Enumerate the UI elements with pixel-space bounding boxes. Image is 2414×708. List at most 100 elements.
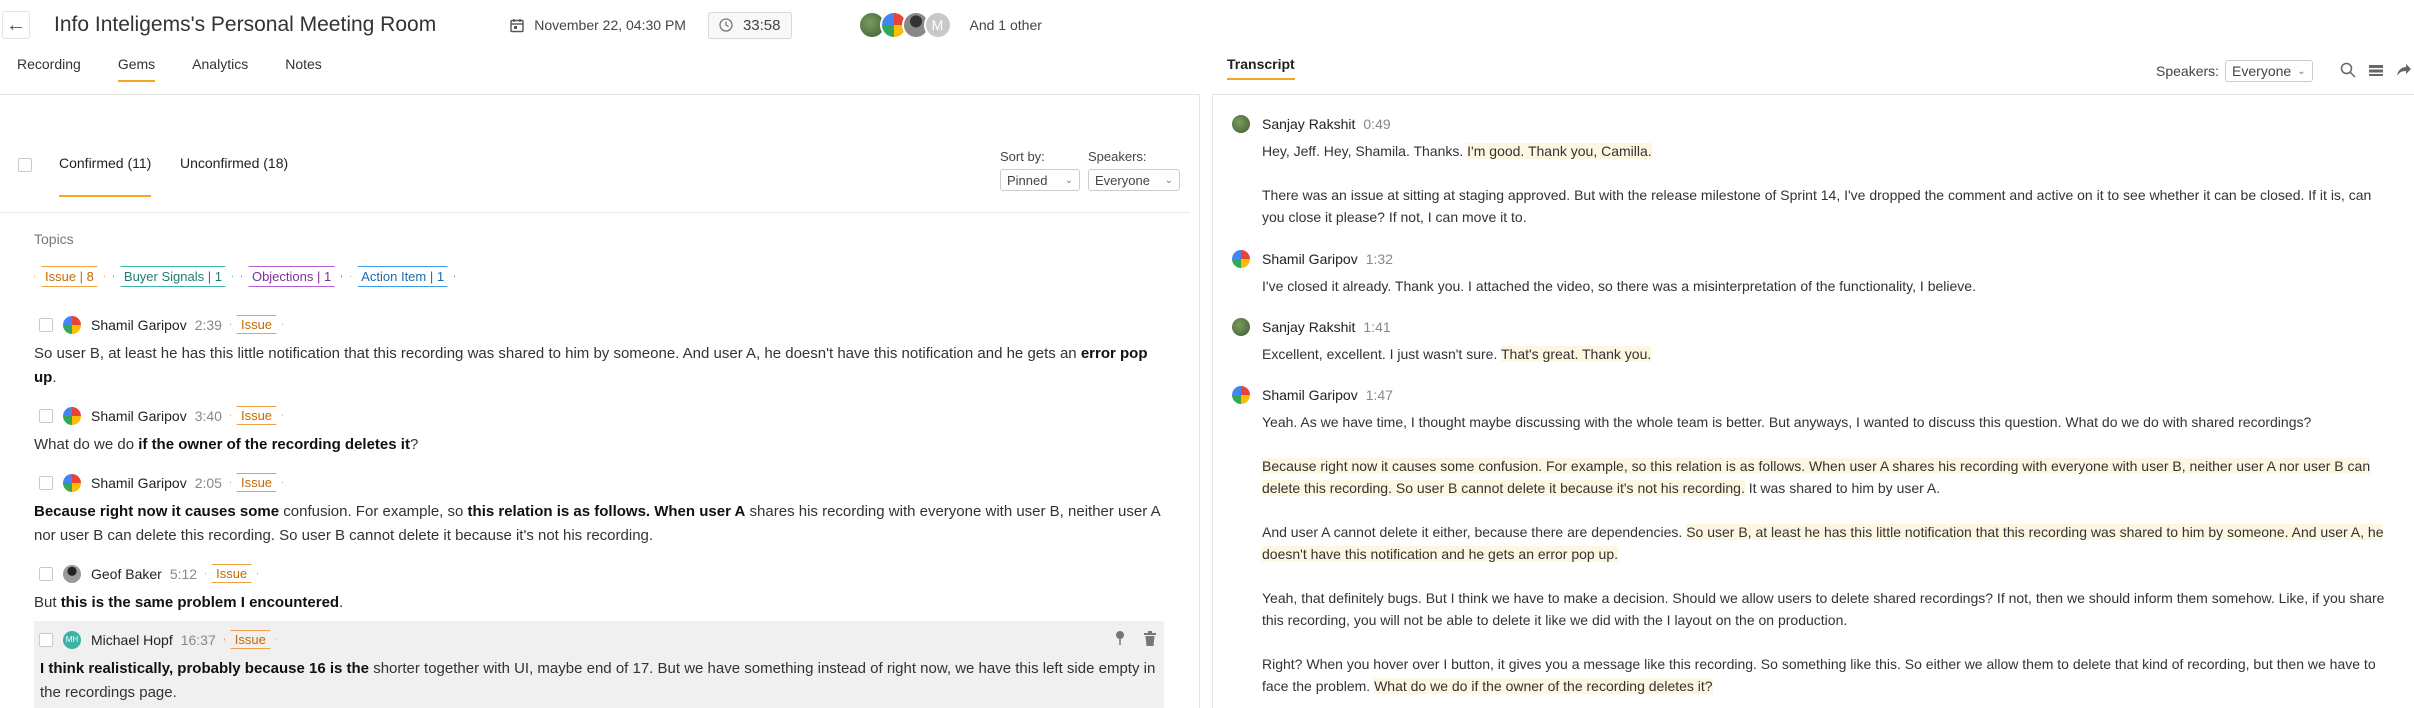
speaker-name: Shamil Garipov [1262,387,1358,403]
clock-icon [719,18,733,32]
gem-speakers-select[interactable]: Everyone ⌄ [1088,169,1180,191]
timestamp[interactable]: 1:41 [1363,319,1390,335]
avatar [63,315,81,334]
timestamp[interactable]: 2:05 [195,475,222,491]
transcript-text-part: And user A cannot delete it either, beca… [1262,524,1687,540]
gem-item[interactable]: Geof Baker 5:12 Issue But this is the sa… [34,564,1164,615]
gem-header: Shamil Garipov 3:40 Issue [34,406,1164,425]
tab-analytics[interactable]: Analytics [192,52,248,82]
search-icon[interactable] [2340,62,2356,78]
gem-item[interactable]: Shamil Garipov 2:39 Issue So user B, at … [34,315,1164,390]
gem-text: So user B, at least he has this little n… [34,342,1164,390]
main-tabs: Recording Gems Analytics Notes [0,52,342,82]
speaker-name: Geof Baker [91,565,162,582]
timestamp[interactable]: 5:12 [170,566,197,582]
transcript-highlight[interactable]: What do we do if the owner of the record… [1374,678,1713,694]
transcript-header: Shamil Garipov 1:32 [1232,250,2392,268]
timestamp[interactable]: 0:49 [1363,116,1390,132]
gem-checkbox[interactable] [39,566,53,581]
tab-unconfirmed[interactable]: Unconfirmed (18) [180,155,288,171]
gem-text-part: . [52,369,57,386]
gem-checkbox[interactable] [39,408,53,423]
delete-icon[interactable] [1144,630,1156,649]
topic-tag-objections[interactable]: Objections | 1 [241,266,342,287]
speakers-select[interactable]: Everyone ⌄ [2225,60,2313,82]
timestamp[interactable]: 1:47 [1366,387,1393,403]
avatar: M [923,11,952,39]
avatar [1232,115,1250,133]
gem-text-bold: I think realistically, probably because … [40,660,370,677]
topic-tag-issue[interactable]: Issue | 8 [34,266,105,287]
transcript-entry: Shamil Garipov 1:32 I've closed it alrea… [1232,250,2392,297]
sort-select[interactable]: Pinned ⌄ [1000,169,1080,191]
topic-tags: Issue | 8 Buyer Signals | 1 Objections |… [34,266,455,287]
gem-filter-bar: Confirmed (11) Unconfirmed (18) Sort by:… [0,95,1190,213]
other-participants[interactable]: And 1 other [970,17,1042,33]
gems-panel: Confirmed (11) Unconfirmed (18) Sort by:… [0,94,1200,708]
select-all-checkbox[interactable] [18,158,32,172]
avatar [1232,250,1250,268]
transcript-highlight[interactable]: I'm good. Thank you, Camilla. [1467,143,1652,159]
gem-text: I think realistically, probably because … [34,657,1164,705]
topic-tag-action-item[interactable]: Action Item | 1 [350,266,455,287]
speaker-name: Sanjay Rakshit [1262,116,1356,132]
gem-checkbox[interactable] [39,475,53,490]
transcript-tools [2340,62,2412,78]
gem-item[interactable]: MH Michael Hopf 16:37 Issue I think real… [34,621,1164,708]
tab-notes[interactable]: Notes [285,52,322,82]
speaker-name: Shamil Garipov [91,316,187,333]
tab-confirmed[interactable]: Confirmed (11) [59,155,152,197]
transcript-text: Yeah, that definitely bugs. But I think … [1262,590,2385,628]
tab-gems[interactable]: Gems [117,52,156,82]
transcript-speaker-filter: Speakers: Everyone ⌄ [2156,60,2313,82]
back-button[interactable]: ← [2,11,30,39]
issue-tag: Issue [230,315,283,334]
share-icon[interactable] [2396,62,2412,78]
speaker-name: Shamil Garipov [1262,251,1358,267]
pin-icon[interactable] [1114,630,1126,649]
gem-item[interactable]: Shamil Garipov 2:05 Issue Because right … [34,473,1164,548]
gem-speakers-value: Everyone [1095,172,1150,188]
gem-item[interactable]: Shamil Garipov 3:40 Issue What do we do … [34,406,1164,457]
transcript-entry: Sanjay Rakshit 0:49 Hey, Jeff. Hey, Sham… [1232,115,2392,228]
gem-checkbox[interactable] [39,632,53,647]
topic-tag-buyer-signals[interactable]: Buyer Signals | 1 [113,266,233,287]
gem-text-bold: if the owner of the recording deletes it [138,436,410,453]
meeting-date: November 22, 04:30 PM [510,17,686,33]
timestamp[interactable]: 3:40 [195,408,222,424]
timestamp[interactable]: 1:32 [1366,251,1393,267]
speaker-name: Sanjay Rakshit [1262,319,1356,335]
tab-recording[interactable]: Recording [17,52,81,82]
sort-value: Pinned [1007,172,1048,188]
transcript-entry: Sanjay Rakshit 1:41 Excellent, excellent… [1232,318,2392,365]
gem-text-part: What do we do [34,436,139,453]
speaker-name: Shamil Garipov [91,474,187,491]
speaker-name: Michael Hopf [91,631,173,648]
avatar: MH [63,630,81,649]
avatar [1232,386,1250,404]
gem-checkbox[interactable] [39,317,53,332]
gem-text-part: . [339,594,344,611]
meeting-header: ← Info Inteligems's Personal Meeting Roo… [0,0,2414,50]
gem-text-bold: this relation is as follows. When user A [467,503,746,520]
timestamp[interactable]: 2:39 [195,317,222,333]
gem-text-bold: this is the same problem I encountered [60,594,340,611]
transcript-text: And user A cannot delete it either, beca… [1262,521,2392,565]
timestamp[interactable]: 16:37 [181,632,216,648]
chevron-down-icon: ⌄ [1164,174,1173,186]
list-icon[interactable] [2368,62,2384,78]
issue-tag: Issue [230,406,283,425]
transcript-highlight[interactable]: That's great. Thank you. [1500,346,1652,362]
participant-avatars[interactable]: M [857,11,952,39]
transcript-header: Shamil Garipov 1:47 [1232,386,2392,404]
speakers-value: Everyone [2232,63,2292,79]
avatar-initial: M [931,17,944,33]
transcript-entry: Shamil Garipov 1:47 Yeah. As we have tim… [1232,386,2392,697]
speaker-name: Shamil Garipov [91,407,187,424]
transcript-text: Because right now it causes some confusi… [1262,455,2392,499]
transcript-text: Hey, Jeff. Hey, Shamila. Thanks. I'm goo… [1262,140,2392,162]
chevron-down-icon: ⌄ [1064,174,1073,186]
avatar [63,406,81,425]
tab-transcript[interactable]: Transcript [1227,56,1295,80]
transcript-text: Excellent, excellent. I just wasn't sure… [1262,343,2392,365]
